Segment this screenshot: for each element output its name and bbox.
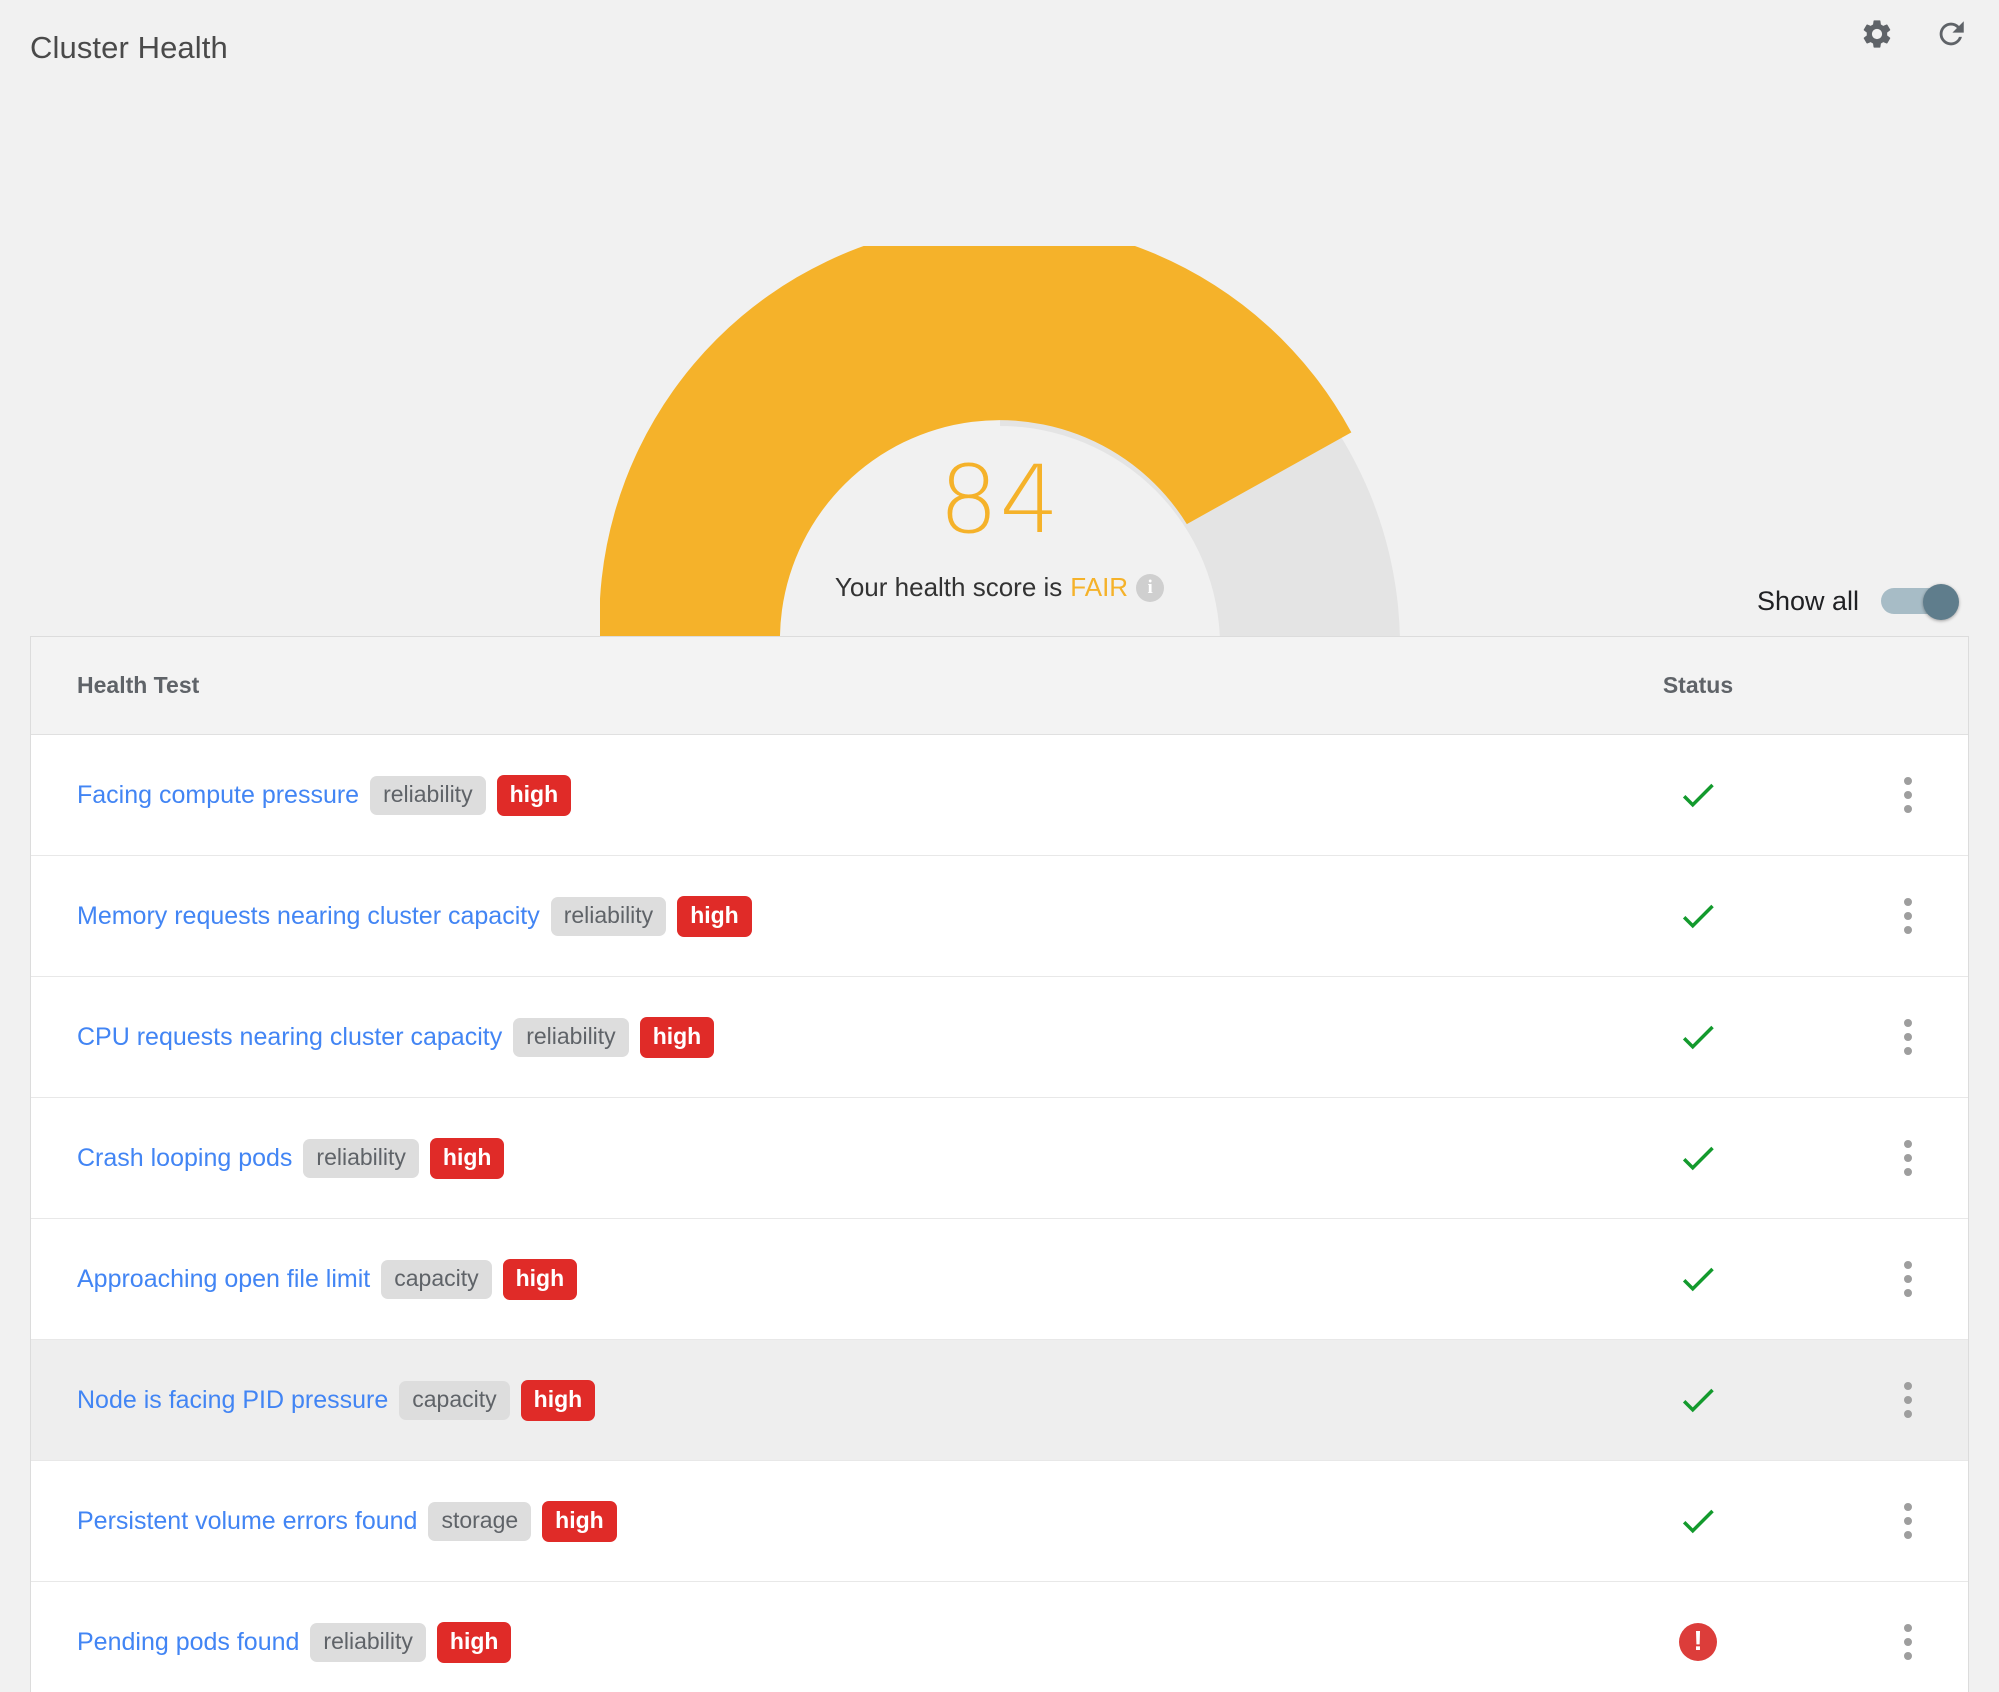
category-chip: reliability [550,896,667,936]
status-ok-icon [1677,774,1719,816]
table-row[interactable]: Crash looping pods reliability high [31,1098,1968,1219]
status-ok-icon [1677,1258,1719,1300]
cell-health-test: Persistent volume errors found storage hig… [31,1500,1548,1542]
show-all-label: Show all [1756,585,1859,616]
cell-status [1548,774,1848,816]
category-chip: reliability [303,1138,419,1178]
severity-badge: high [429,1137,505,1179]
severity-badge: high [520,1379,596,1421]
severity-badge: high [542,1500,617,1542]
row-actions-menu-icon[interactable] [1890,767,1926,823]
toggle-knob [1923,584,1959,620]
gauge-svg [599,246,1400,646]
cell-actions [1848,1251,1968,1307]
page-title: Cluster Health [30,30,228,65]
cell-health-test: Memory requests nearing cluster capacity… [31,895,1548,937]
severity-badge: high [502,1258,578,1300]
header-actions [1857,14,1971,54]
category-chip: capacity [399,1380,510,1420]
column-header-health-test: Health Test [77,672,200,698]
table-row[interactable]: Persistent volume errors found storage hig… [31,1461,1968,1582]
table-row[interactable]: Approaching open file limit capacity high [31,1219,1968,1340]
table-row[interactable]: Memory requests nearing cluster capacity… [31,856,1968,977]
row-actions-menu-icon[interactable] [1890,1372,1926,1428]
category-chip: reliability [513,1017,629,1057]
table-row[interactable]: CPU requests nearing cluster capacity rel… [31,977,1968,1098]
cell-status [1548,1137,1848,1179]
severity-badge: high [677,895,752,937]
row-actions-menu-icon[interactable] [1890,1251,1926,1307]
cell-actions [1848,1009,1968,1065]
health-test-link[interactable]: Memory requests nearing cluster capacity [77,902,540,931]
table-row[interactable]: Facing compute pressure reliability high [31,735,1968,856]
row-actions-menu-icon[interactable] [1890,1130,1926,1186]
health-test-link[interactable]: Node is facing PID pressure [77,1386,388,1415]
table-row[interactable]: Node is facing PID pressure capacity high [31,1340,1968,1461]
row-actions-menu-icon[interactable] [1890,1614,1926,1670]
status-ok-icon [1677,1137,1719,1179]
health-score-gauge: 84 Your health score is FAIR i [0,96,1999,646]
info-icon[interactable]: i [1136,573,1165,602]
status-ok-icon [1677,1379,1719,1421]
cell-actions [1848,1493,1968,1549]
cell-health-test: Pending pods found reliability high [31,1621,1548,1663]
health-test-link[interactable]: Persistent volume errors found [77,1507,417,1536]
cell-health-test: Crash looping pods reliability high [31,1137,1548,1179]
cell-actions [1848,767,1968,823]
status-ok-icon [1677,1016,1719,1058]
status-ok-icon [1677,1500,1719,1542]
severity-badge: high [639,1016,715,1058]
status-error-icon: ! [1679,1623,1717,1661]
severity-badge: high [436,1621,512,1663]
category-chip: reliability [370,775,486,815]
cell-status [1548,1379,1848,1421]
category-chip: capacity [381,1259,492,1299]
column-header-status: Status [1662,672,1734,698]
cell-actions [1848,1614,1968,1670]
refresh-icon[interactable] [1931,14,1971,54]
health-tests-card: Health Test Status Facing compute pressu… [30,636,1969,1692]
cell-health-test: Approaching open file limit capacity high [31,1258,1548,1300]
status-ok-icon [1677,895,1719,937]
show-all-toggle[interactable] [1881,584,1959,620]
cell-status [1548,895,1848,937]
health-test-link[interactable]: CPU requests nearing cluster capacity [77,1023,502,1052]
table-row[interactable]: Pending pods found reliability high! [31,1582,1968,1692]
row-actions-menu-icon[interactable] [1890,1009,1926,1065]
cell-status [1548,1258,1848,1300]
settings-gear-icon[interactable] [1857,14,1897,54]
health-test-link[interactable]: Approaching open file limit [77,1265,370,1294]
cell-status: ! [1548,1623,1848,1661]
table-header-row: Health Test Status [31,637,1968,735]
category-chip: reliability [310,1622,426,1662]
cell-actions [1848,888,1968,944]
row-actions-menu-icon[interactable] [1890,888,1926,944]
cell-health-test: Node is facing PID pressure capacity high [31,1379,1548,1421]
page-header: Cluster Health [0,0,1999,96]
cell-health-test: CPU requests nearing cluster capacity rel… [31,1016,1548,1058]
cell-status [1548,1500,1848,1542]
cell-actions [1848,1130,1968,1186]
cell-actions [1848,1372,1968,1428]
severity-badge: high [496,774,572,816]
health-test-link[interactable]: Pending pods found [77,1628,299,1657]
cell-status [1548,1016,1848,1058]
health-test-link[interactable]: Facing compute pressure [77,781,359,810]
row-actions-menu-icon[interactable] [1890,1493,1926,1549]
table-body: Facing compute pressure reliability high Me… [31,735,1968,1692]
health-test-link[interactable]: Crash looping pods [77,1144,292,1173]
gauge-chart: 84 Your health score is FAIR i [599,246,1400,646]
category-chip: storage [428,1501,532,1541]
cell-health-test: Facing compute pressure reliability high [31,774,1548,816]
